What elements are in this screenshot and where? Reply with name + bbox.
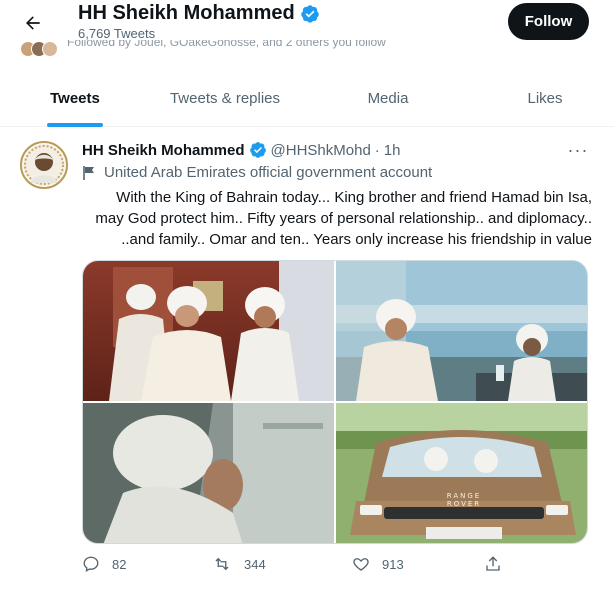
tweet-media-grid: RANGE ROVER: [82, 260, 588, 544]
car-badge-text: RANGE ROVER: [446, 492, 482, 508]
retweet-count: 344: [244, 556, 266, 572]
tab-media[interactable]: Media: [300, 70, 476, 127]
reply-icon: [83, 556, 99, 572]
retweet-button[interactable]: 344: [212, 555, 266, 573]
profile-photo-icon: [23, 144, 65, 186]
government-account-text: United Arab Emirates official government…: [104, 164, 433, 181]
tweet-text-line: ..and family.. Omar and ten.. Years only…: [121, 231, 592, 248]
reply-count: 82: [112, 556, 127, 572]
tweet-header: HH Sheikh Mohammed @HHShkMohd · 1h: [82, 141, 400, 159]
tab-likes[interactable]: Likes: [476, 70, 614, 127]
verified-badge-icon: [300, 4, 319, 23]
followed-by-row[interactable]: Followed by Jouel, GOakeGohosse, and 2 o…: [20, 40, 480, 58]
government-account-label[interactable]: United Arab Emirates official government…: [82, 164, 432, 181]
tab-tweets-replies[interactable]: Tweets & replies: [150, 70, 300, 127]
like-button[interactable]: 913: [352, 555, 404, 573]
share-button[interactable]: [484, 555, 502, 573]
tweet-time[interactable]: 1h: [384, 142, 401, 159]
tweet-text: With the King of Bahrain today... King b…: [82, 187, 592, 250]
avatar[interactable]: [20, 141, 68, 189]
profile-name: HH Sheikh Mohammed: [78, 2, 320, 25]
avatar: [42, 41, 58, 57]
followed-by-text: Followed by Jouel, GOakeGohosse, and 2 o…: [67, 40, 386, 49]
tweet-text-line: With the King of Bahrain today... King b…: [116, 189, 592, 206]
back-button[interactable]: [16, 6, 50, 40]
tweet-photo[interactable]: [336, 261, 587, 401]
tab-label: Likes: [527, 90, 563, 107]
more-options-button[interactable]: ···: [566, 140, 590, 160]
tweet-author[interactable]: HH Sheikh Mohammed: [82, 142, 245, 159]
follow-button[interactable]: Follow: [508, 3, 589, 40]
verified-badge-icon: [249, 142, 266, 158]
tweet-actions: 82 344 913: [82, 555, 592, 577]
profile-tabs: Tweets Tweets & replies Media Likes: [0, 70, 614, 127]
heart-icon: [353, 558, 369, 571]
separator-dot: ·: [374, 141, 380, 159]
tweet-handle[interactable]: @HHShkMohd: [271, 142, 371, 159]
tweet-photo[interactable]: RANGE ROVER: [336, 403, 587, 543]
share-icon: [486, 556, 500, 571]
tweet[interactable]: HH Sheikh Mohammed @HHShkMohd · 1h ··· U…: [0, 127, 614, 591]
arrow-left-icon: [26, 16, 40, 30]
tab-label: Tweets: [50, 90, 100, 107]
tweet-text-line: may God protect him.. Fifty years of per…: [95, 210, 592, 227]
tab-label: Tweets & replies: [169, 90, 281, 107]
tweet-photo[interactable]: [83, 403, 334, 543]
tab-tweets[interactable]: Tweets: [0, 70, 150, 127]
like-count: 913: [382, 556, 404, 572]
tweet-count: 6,769 Tweets: [78, 26, 156, 41]
tweet-photo[interactable]: [83, 261, 334, 401]
flag-icon: [83, 165, 94, 180]
profile-name-text: HH Sheikh Mohammed: [78, 2, 295, 24]
retweet-icon: [215, 557, 229, 571]
reply-button[interactable]: 82: [82, 555, 126, 573]
followers-avatars: [20, 41, 58, 57]
tab-label: Media: [367, 90, 409, 107]
